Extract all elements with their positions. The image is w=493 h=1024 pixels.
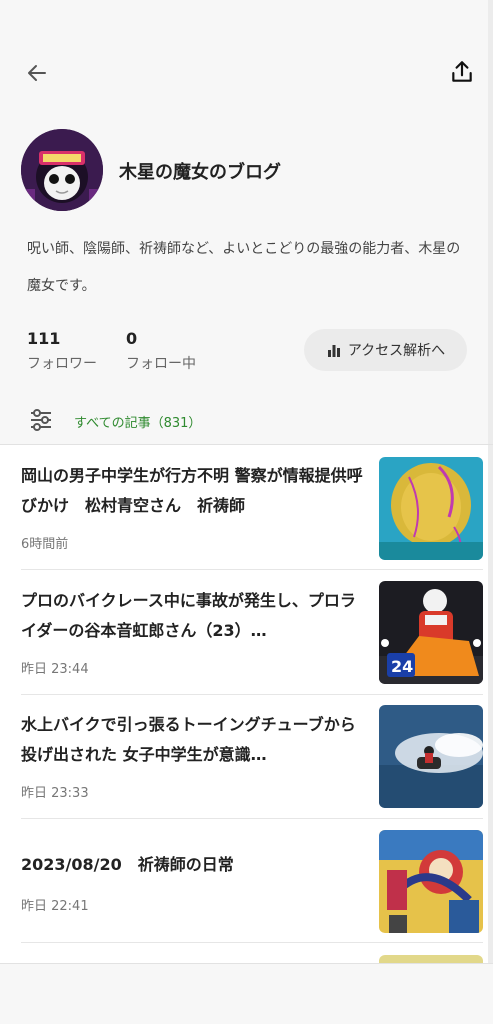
blog-title: 木星の魔女のブログ	[119, 162, 281, 183]
followers-stat[interactable]: 111 フォロワー	[27, 329, 97, 373]
blog-description: 呪い師、陰陽師、祈祷師など、よいとこどりの最強の能力者、木星の魔女です。	[27, 241, 461, 294]
article-title: 岡山の男子中学生が行方不明 警察が情報提供呼びかけ 松村青空さん 祈祷師	[21, 466, 363, 515]
sliders-icon	[31, 409, 51, 431]
article-item[interactable]: プロのバイクレース中に事故が発生し、プロライダーの谷本音虹郎さん（23）… 昨日…	[0, 581, 493, 710]
analytics-button[interactable]: アクセス解析へ	[304, 329, 467, 371]
article-thumbnail	[379, 705, 483, 808]
avatar-image	[21, 129, 103, 211]
followers-count: 111	[27, 329, 61, 348]
article-thumbnail: 24	[379, 581, 483, 684]
avatar[interactable]	[21, 129, 103, 211]
article-time: 昨日 23:44	[21, 662, 89, 677]
bottom-bar	[0, 963, 493, 1024]
article-thumbnail	[379, 830, 483, 933]
divider	[21, 694, 483, 695]
arrow-left-icon	[28, 65, 46, 81]
all-articles-tab[interactable]: すべての記事（831）	[74, 412, 201, 431]
analytics-label: アクセス解析へ	[347, 343, 446, 359]
article-title: 2023/08/20 祈祷師の日常	[21, 855, 234, 874]
profile-header	[0, 0, 493, 444]
bar-chart-icon	[327, 345, 340, 357]
article-thumbnail	[379, 457, 483, 560]
article-thumbnail-partial	[379, 955, 483, 963]
divider	[0, 444, 493, 445]
filter-button[interactable]	[28, 407, 54, 433]
following-count: 0	[126, 329, 138, 348]
back-button[interactable]	[22, 58, 52, 88]
article-time: 6時間前	[21, 537, 69, 552]
following-stat[interactable]: 0 フォロー中	[126, 329, 196, 373]
article-item[interactable]: 岡山の男子中学生が行方不明 警察が情報提供呼びかけ 松村青空さん 祈祷師 6時間…	[0, 457, 493, 585]
share-button[interactable]	[446, 56, 478, 88]
followers-label: フォロワー	[27, 356, 97, 372]
svg-text:24: 24	[391, 657, 413, 676]
divider	[21, 818, 483, 819]
following-label: フォロー中	[126, 356, 196, 372]
article-time: 昨日 23:33	[21, 786, 89, 801]
article-time: 昨日 22:41	[21, 899, 89, 914]
divider	[21, 942, 483, 943]
article-title: プロのバイクレース中に事故が発生し、プロライダーの谷本音虹郎さん（23）…	[21, 591, 356, 640]
divider	[21, 569, 483, 570]
article-item[interactable]: 水上バイクで引っ張るトーイングチューブから投げ出された 女子中学生が意識… 昨日…	[0, 705, 493, 834]
article-title: 水上バイクで引っ張るトーイングチューブから投げ出された 女子中学生が意識…	[21, 715, 356, 764]
share-upload-icon	[452, 61, 472, 82]
